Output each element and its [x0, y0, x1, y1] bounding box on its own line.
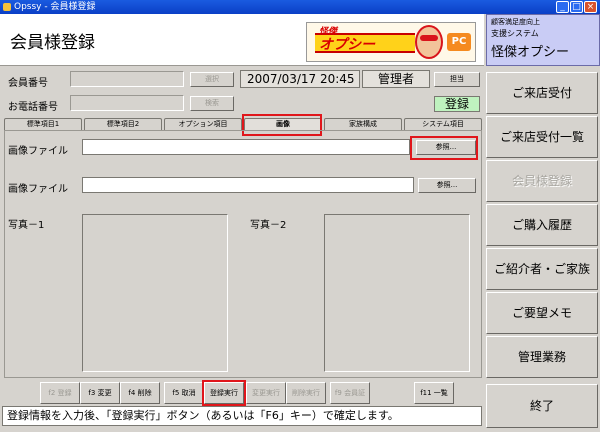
highlight-execute-register	[202, 380, 246, 406]
role-display: 管理者	[362, 70, 430, 88]
search-button[interactable]: 検索	[190, 96, 234, 111]
tab-options[interactable]: オプション項目	[164, 118, 242, 130]
info-line-1: 顧客満足度向上	[491, 18, 540, 26]
staff-button[interactable]: 担当	[434, 72, 480, 87]
mascot-face-icon	[415, 25, 443, 59]
nav-visit-reception[interactable]: ご来店受付	[486, 72, 598, 114]
f3-edit-button[interactable]: f3 変更	[80, 382, 120, 404]
f9-member-card-button[interactable]: f9 会員証	[330, 382, 370, 404]
f5-cancel-button[interactable]: f5 取消	[164, 382, 204, 404]
photo-2-box	[324, 214, 470, 372]
photo-1-label: 写真－1	[8, 220, 45, 231]
tab-system[interactable]: システム項目	[404, 118, 482, 130]
nav-visit-list[interactable]: ご来店受付一覧	[486, 116, 598, 158]
logo-name: オプシー	[319, 37, 375, 53]
execute-delete-button[interactable]: 削除実行	[286, 382, 326, 404]
photo-2-label: 写真－2	[250, 220, 287, 231]
minimize-button[interactable]: _	[556, 1, 569, 13]
tab-standard-2[interactable]: 標準項目2	[84, 118, 162, 130]
image-file-input-2[interactable]	[82, 177, 414, 193]
member-no-field[interactable]	[70, 71, 184, 87]
f11-list-button[interactable]: f11 一覧	[414, 382, 454, 404]
brand-logo: 怪傑 オプシー PC	[306, 22, 476, 62]
photo-1-box	[82, 214, 228, 372]
maximize-button[interactable]: □	[570, 1, 583, 13]
image-file-label-1: 画像ファイル	[8, 146, 68, 157]
select-button[interactable]: 選択	[190, 72, 234, 87]
image-file-label-2: 画像ファイル	[8, 184, 68, 195]
info-line-2: 支援システム	[491, 29, 539, 38]
info-line-3: 怪傑オプシー	[491, 45, 570, 60]
status-badge: 登録	[434, 96, 480, 112]
f2-register-button[interactable]: f2 登録	[40, 382, 80, 404]
nav-exit[interactable]: 終了	[486, 384, 598, 428]
phone-field[interactable]	[70, 95, 184, 111]
window-title: Opssy - 会員様登録	[14, 2, 96, 12]
f4-delete-button[interactable]: f4 削除	[120, 382, 160, 404]
tab-family[interactable]: 家族構成	[324, 118, 402, 130]
browse-button-2[interactable]: 参照...	[418, 178, 476, 193]
tab-standard-1[interactable]: 標準項目1	[4, 118, 82, 130]
datetime-display: 2007/03/17 20:45	[240, 70, 360, 88]
nav-member-registration[interactable]: 会員様登録	[486, 160, 598, 202]
phone-label: お電話番号	[8, 102, 58, 113]
logo-pc-badge: PC	[447, 33, 471, 51]
close-button[interactable]: ×	[584, 1, 597, 13]
header: 会員様登録 怪傑 オプシー PC	[0, 14, 484, 66]
system-info-box: 顧客満足度向上 支援システム 怪傑オプシー	[486, 14, 600, 66]
member-no-label: 会員番号	[8, 78, 48, 89]
highlight-browse-button	[410, 136, 478, 160]
window-title-bar: Opssy - 会員様登録	[0, 0, 600, 14]
nav-request-memo[interactable]: ご要望メモ	[486, 292, 598, 334]
nav-referrer-family[interactable]: ご紹介者・ご家族	[486, 248, 598, 290]
nav-management[interactable]: 管理業務	[486, 336, 598, 378]
app-icon	[3, 3, 11, 11]
execute-edit-button[interactable]: 変更実行	[246, 382, 286, 404]
nav-purchase-history[interactable]: ご購入履歴	[486, 204, 598, 246]
image-file-input-1[interactable]	[82, 139, 410, 155]
status-bar: 登録情報を入力後、「登録実行」ボタン（あるいは「F6」キー）で確定します。	[2, 406, 482, 426]
page-title: 会員様登録	[10, 33, 95, 53]
